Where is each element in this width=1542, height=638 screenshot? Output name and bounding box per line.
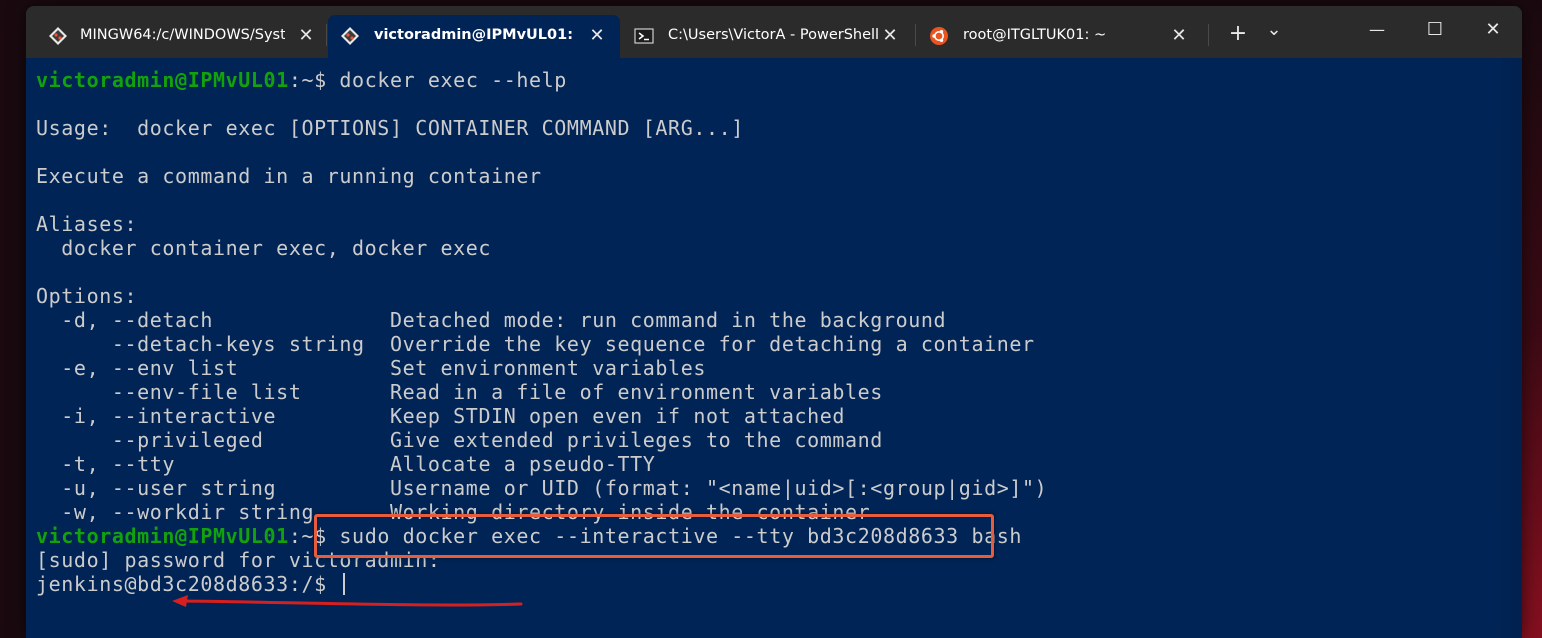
tab-label: MINGW64:/c/WINDOWS/Syst	[80, 27, 285, 43]
aliases-header: Aliases:	[36, 212, 138, 236]
tab-close-icon[interactable]: ✕	[296, 26, 316, 46]
option-desc: Keep STDIN open even if not attached	[389, 404, 846, 428]
option-flag: --env-file list	[36, 380, 390, 404]
option-row: -u, --user string Username or UID (forma…	[36, 476, 1047, 500]
option-desc: Working directory inside the container	[389, 500, 871, 524]
option-row: --detach-keys string Override the key se…	[36, 332, 1035, 356]
option-row: --privileged Give extended privileges to…	[36, 428, 883, 452]
tab-label: root@ITGLTUK01: ~	[963, 27, 1107, 43]
option-row: -e, --env list Set environment variables	[36, 356, 706, 380]
tab-label: victoradmin@IPMvUL01: ~	[374, 27, 574, 43]
close-window-button[interactable]: ✕	[1470, 14, 1516, 46]
option-flag: -t, --tty	[36, 452, 390, 476]
prompt-path: :~$	[288, 524, 340, 548]
command-text: sudo docker exec --interactive --tty bd3…	[339, 524, 1023, 548]
command-line: victoradmin@IPMvUL01:~$ docker exec --he…	[36, 68, 567, 92]
terminal-output[interactable]: victoradmin@IPMvUL01:~$ docker exec --he…	[26, 58, 1522, 638]
option-desc: Detached mode: run command in the backgr…	[389, 308, 947, 332]
minimize-button[interactable]: —	[1354, 14, 1400, 46]
prompt-user: victoradmin@IPMvUL01	[36, 68, 289, 92]
option-flag: --privileged	[36, 428, 390, 452]
option-flag: -u, --user string	[36, 476, 390, 500]
tab-separator	[915, 24, 916, 46]
powershell-icon	[634, 28, 654, 44]
sudo-password-line: [sudo] password for victoradmin:	[36, 548, 441, 572]
aliases-line: docker container exec, docker exec	[36, 236, 492, 260]
options-header: Options:	[36, 284, 138, 308]
tab-powershell[interactable]: C:\Users\VictorA - PowerShell ✕	[622, 15, 914, 58]
maximize-button[interactable]: ☐	[1412, 14, 1458, 46]
option-flag: -i, --interactive	[36, 404, 390, 428]
git-bash-icon	[49, 27, 67, 45]
option-desc: Read in a file of environment variables	[389, 380, 883, 404]
option-flag: -w, --workdir string	[36, 500, 390, 524]
option-row: -i, --interactive Keep STDIN open even i…	[36, 404, 845, 428]
option-row: --env-file list Read in a file of enviro…	[36, 380, 883, 404]
option-flag: -d, --detach	[36, 308, 390, 332]
tab-close-icon[interactable]: ✕	[587, 26, 607, 46]
window-edge-shade	[1496, 58, 1522, 638]
option-row: -t, --tty Allocate a pseudo-TTY	[36, 452, 655, 476]
tab-separator	[326, 24, 327, 46]
tab-close-icon[interactable]: ✕	[880, 26, 900, 46]
option-desc: Set environment variables	[389, 356, 706, 380]
option-row: -w, --workdir string Working directory i…	[36, 500, 870, 524]
windows-terminal-window: MINGW64:/c/WINDOWS/Syst ✕ victoradmin@IP…	[26, 6, 1522, 638]
option-flag: -e, --env list	[36, 356, 390, 380]
ubuntu-icon	[930, 27, 948, 45]
title-bar[interactable]: MINGW64:/c/WINDOWS/Syst ✕ victoradmin@IP…	[26, 6, 1522, 58]
tab-mingw64[interactable]: MINGW64:/c/WINDOWS/Syst ✕	[34, 15, 326, 58]
usage-line: Usage: docker exec [OPTIONS] CONTAINER C…	[36, 116, 744, 140]
new-tab-button[interactable]: +	[1224, 23, 1252, 45]
tab-close-icon[interactable]: ✕	[1169, 26, 1189, 46]
option-flag: --detach-keys string	[36, 332, 390, 356]
git-bash-icon	[341, 27, 359, 45]
option-desc: Give extended privileges to the command	[389, 428, 883, 452]
option-row: -d, --detach Detached mode: run command …	[36, 308, 946, 332]
option-desc: Allocate a pseudo-TTY	[389, 452, 656, 476]
prompt-path: :~$	[288, 68, 340, 92]
tab-dropdown-chevron-down-icon[interactable]: ⌄	[1262, 21, 1286, 39]
annotation-arrow-icon	[172, 595, 523, 607]
command-text: docker exec --help	[339, 68, 567, 92]
option-desc: Override the key sequence for detaching …	[389, 332, 1035, 356]
tab-ubuntu-root[interactable]: root@ITGLTUK01: ~ ✕	[917, 15, 1201, 58]
tab-victoradmin[interactable]: victoradmin@IPMvUL01: ~ ✕	[328, 15, 620, 58]
command-line: victoradmin@IPMvUL01:~$ sudo docker exec…	[36, 524, 1022, 548]
tab-label: C:\Users\VictorA - PowerShell	[668, 27, 878, 43]
tab-separator	[1208, 24, 1209, 46]
option-desc: Username or UID (format: "<name|uid>[:<g…	[389, 476, 1048, 500]
description-line: Execute a command in a running container	[36, 164, 542, 188]
prompt-user: victoradmin@IPMvUL01	[36, 524, 289, 548]
